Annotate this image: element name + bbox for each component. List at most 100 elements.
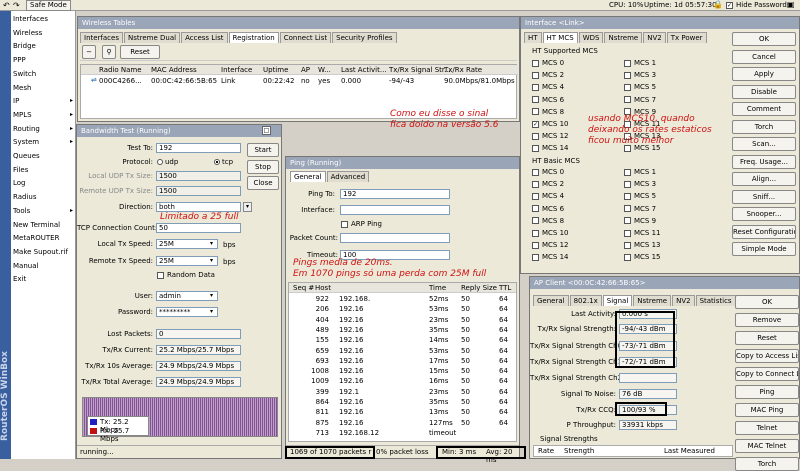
checkbox-box[interactable] bbox=[532, 217, 539, 225]
checkbox-basic-mcs-1[interactable]: MCS 1 bbox=[624, 168, 656, 176]
checkbox-basic-mcs-3[interactable]: MCS 3 bbox=[624, 180, 656, 188]
col-rate[interactable]: Rate bbox=[538, 447, 554, 455]
sidebar-item-queues[interactable]: Queues bbox=[13, 150, 75, 162]
checkbox-box[interactable] bbox=[532, 108, 539, 116]
button-ping[interactable]: Ping bbox=[735, 385, 799, 399]
tab-ht-mcs[interactable]: HT MCS bbox=[542, 32, 578, 43]
checkbox-box[interactable] bbox=[532, 253, 539, 261]
checkbox-basic-mcs-9[interactable]: MCS 9 bbox=[624, 217, 656, 225]
checkbox-box[interactable] bbox=[624, 217, 631, 225]
table-row[interactable]: 399 192.1 23ms 50 64 bbox=[289, 387, 516, 397]
checkbox-box[interactable] bbox=[532, 132, 539, 140]
direction-select[interactable]: both bbox=[156, 202, 241, 212]
button-align[interactable]: Align... bbox=[732, 172, 796, 186]
checkbox-box[interactable] bbox=[532, 241, 539, 249]
checkbox-box[interactable] bbox=[532, 59, 539, 67]
checkbox-box[interactable] bbox=[624, 205, 631, 213]
col-interface[interactable]: Interface bbox=[221, 65, 252, 75]
tab-802-1x[interactable]: 802.1x bbox=[569, 295, 602, 306]
checkbox-box[interactable] bbox=[532, 96, 539, 104]
sidebar-item-log[interactable]: Log bbox=[13, 177, 75, 189]
password-field[interactable]: ********* bbox=[156, 307, 218, 317]
tab-nstreme-dual[interactable]: Nstreme Dual bbox=[124, 32, 181, 43]
checkbox-supported-mcs-6[interactable]: MCS 6 bbox=[532, 96, 564, 104]
button-disable[interactable]: Disable bbox=[732, 84, 796, 99]
sidebar-item-routing[interactable]: Routing ▸ bbox=[13, 123, 75, 135]
tab-nstreme[interactable]: Nstreme bbox=[633, 295, 672, 306]
random-data-checkbox[interactable]: Random Data bbox=[157, 271, 215, 279]
sidebar-item-bridge[interactable]: Bridge bbox=[13, 40, 75, 52]
checkbox-box[interactable] bbox=[532, 192, 539, 200]
checkbox-basic-mcs-13[interactable]: MCS 13 bbox=[624, 241, 661, 249]
start-button[interactable]: Start bbox=[247, 143, 279, 157]
sidebar-item-exit[interactable]: Exit bbox=[13, 273, 75, 285]
tab-security-profiles[interactable]: Security Profiles bbox=[332, 32, 397, 43]
checkbox-box[interactable] bbox=[532, 205, 539, 213]
undo-icon[interactable]: ↶ bbox=[3, 1, 10, 10]
button-simple-mode[interactable]: Simple Mode bbox=[732, 242, 796, 256]
col-seq[interactable]: Seq # bbox=[293, 283, 314, 293]
hide-passwords-checkbox[interactable]: ✓ Hide Passwords bbox=[726, 1, 791, 9]
checkbox-box[interactable] bbox=[624, 229, 631, 237]
safe-mode-button[interactable]: Safe Mode bbox=[26, 0, 71, 11]
col-w[interactable]: W... bbox=[318, 65, 331, 75]
sidebar-item-radius[interactable]: Radius bbox=[13, 191, 75, 203]
sidebar-item-new-terminal[interactable]: New Terminal bbox=[13, 219, 75, 231]
table-row[interactable]: 489 192.16 35ms 50 64 bbox=[289, 325, 516, 335]
checkbox-supported-mcs-4[interactable]: MCS 4 bbox=[532, 83, 564, 91]
tab-tx-power[interactable]: Tx Power bbox=[666, 32, 707, 43]
interface-field[interactable] bbox=[340, 205, 450, 215]
tab-access-list[interactable]: Access List bbox=[181, 32, 228, 43]
col-reply-size[interactable]: Reply Size bbox=[461, 283, 497, 293]
remove-icon[interactable]: − bbox=[82, 45, 96, 59]
button-apply[interactable]: Apply bbox=[732, 67, 796, 81]
table-row[interactable]: 875 192.16 127ms 50 64 bbox=[289, 418, 516, 428]
checkbox-box[interactable] bbox=[624, 241, 631, 249]
checkbox-supported-mcs-5[interactable]: MCS 5 bbox=[624, 83, 656, 91]
checkbox-box[interactable] bbox=[624, 192, 631, 200]
button-telnet[interactable]: Telnet bbox=[735, 421, 799, 435]
tab-general[interactable]: General bbox=[290, 171, 326, 182]
checkbox-supported-mcs-12[interactable]: MCS 12 bbox=[532, 132, 569, 140]
reset-button[interactable]: Reset bbox=[120, 45, 160, 59]
button-ok[interactable]: OK bbox=[735, 295, 799, 309]
checkbox-basic-mcs-2[interactable]: MCS 2 bbox=[532, 180, 564, 188]
button-copy-to-access-list[interactable]: Copy to Access List bbox=[735, 349, 799, 363]
remote-speed-field[interactable]: 25M bbox=[156, 256, 218, 266]
sidebar-item-tools[interactable]: Tools ▸ bbox=[13, 205, 75, 217]
checkbox-box[interactable] bbox=[532, 229, 539, 237]
udp-radio[interactable]: udp bbox=[157, 158, 178, 166]
table-row[interactable]: 1009 192.16 16ms 50 64 bbox=[289, 376, 516, 386]
button-copy-to-connect-list[interactable]: Copy to Connect List bbox=[735, 367, 799, 381]
checkbox-supported-mcs-14[interactable]: MCS 14 bbox=[532, 144, 569, 152]
checkbox-supported-mcs-8[interactable]: MCS 8 bbox=[532, 108, 564, 116]
checkbox-basic-mcs-12[interactable]: MCS 12 bbox=[532, 241, 569, 249]
tab-statistics[interactable]: Statistics bbox=[695, 295, 736, 306]
sidebar-item-wireless[interactable]: Wireless bbox=[13, 27, 75, 39]
table-row[interactable]: 864 192.16 35ms 50 64 bbox=[289, 397, 516, 407]
col-ttl[interactable]: TTL bbox=[499, 283, 511, 293]
local-speed-field[interactable]: 25M bbox=[156, 239, 218, 249]
col-strength[interactable]: Strength bbox=[564, 447, 594, 455]
checkbox-supported-mcs-3[interactable]: MCS 3 bbox=[624, 71, 656, 79]
checkbox-supported-mcs-7[interactable]: MCS 7 bbox=[624, 96, 656, 104]
remote-speed-dropdown[interactable]: ▾ bbox=[210, 256, 218, 266]
button-reset-configuration[interactable]: Reset Configuration bbox=[732, 224, 796, 239]
sidebar-item-ppp[interactable]: PPP bbox=[13, 54, 75, 66]
checkbox-supported-mcs-0[interactable]: MCS 0 bbox=[532, 59, 564, 67]
sidebar-item-make-supout-rif[interactable]: Make Supout.rif bbox=[13, 246, 75, 258]
checkbox-box[interactable] bbox=[532, 71, 539, 79]
checkbox-box[interactable] bbox=[624, 71, 631, 79]
col-last-measured[interactable]: Last Measured bbox=[664, 447, 715, 455]
checkbox-box[interactable] bbox=[624, 168, 631, 176]
checkbox-box[interactable] bbox=[532, 83, 539, 91]
checkbox-basic-mcs-8[interactable]: MCS 8 bbox=[532, 217, 564, 225]
col-mac-address[interactable]: MAC Address bbox=[151, 65, 197, 75]
col-tx-rx-rate[interactable]: Tx/Rx Rate bbox=[444, 65, 482, 75]
redo-icon[interactable]: ↷ bbox=[13, 1, 20, 10]
sidebar-item-switch[interactable]: Switch bbox=[13, 68, 75, 80]
checkbox-basic-mcs-0[interactable]: MCS 0 bbox=[532, 168, 564, 176]
col-ap[interactable]: AP bbox=[301, 65, 310, 75]
tab-wds[interactable]: WDS bbox=[578, 32, 604, 43]
checkbox-box[interactable] bbox=[624, 96, 631, 104]
